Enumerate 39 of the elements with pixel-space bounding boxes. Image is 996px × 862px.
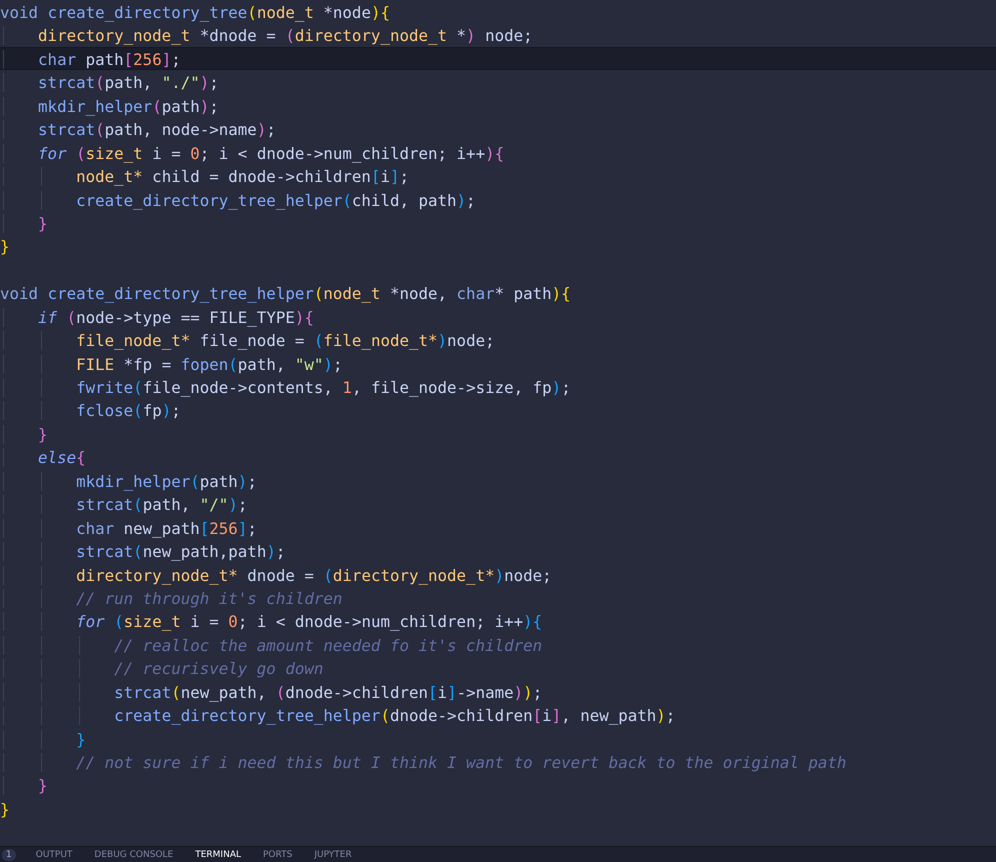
- code-line: fclose(fp);: [0, 398, 996, 422]
- code-line: void create_directory_tree_helper(node_t *node, char* path){: [0, 283, 572, 305]
- code-line: strcat(new_path,path);: [0, 539, 996, 562]
- code-line: // run through it's children: [0, 586, 996, 610]
- code-line: strcat(path, node->name);: [0, 117, 996, 141]
- panel-tab[interactable]: TERMINAL: [195, 848, 241, 860]
- code-line: directory_node_t *dnode = (directory_node_t *) node;: [0, 23, 996, 47]
- code-line: char new_path[256];: [0, 516, 996, 540]
- code-line: strcat(new_path, (dnode->children[i]->name));: [0, 680, 996, 704]
- code-line: }: [0, 773, 996, 797]
- code-line: else{: [0, 445, 996, 469]
- panel-tab[interactable]: PORTS: [263, 848, 292, 860]
- code-line: // realloc the amount needed fo it's children: [0, 632, 996, 656]
- code-line: strcat(path, "./");: [0, 70, 996, 94]
- code-line: create_directory_tree_helper(child, path);: [0, 188, 996, 211]
- panel-tab[interactable]: DEBUG CONSOLE: [94, 848, 174, 860]
- code-line: mkdir_helper(path);: [0, 468, 996, 492]
- count-badge: 1: [2, 848, 16, 860]
- code-line: mkdir_helper(path);: [0, 94, 996, 118]
- panel-tab[interactable]: JUPYTER: [314, 848, 352, 860]
- code-line: }: [0, 798, 11, 820]
- code-line: void create_directory_tree(node_t *node){: [0, 2, 391, 24]
- code-line: }: [0, 422, 996, 446]
- code-line: }: [0, 236, 11, 258]
- code-line: // not sure if i need this but I think I want to revert back to the original path: [0, 750, 996, 774]
- code-line: }: [0, 726, 996, 750]
- code-line: node_t* child = dnode->children[i];: [0, 164, 996, 188]
- code-line: for (size_t i = 0; i < dnode->num_children; i++){: [0, 140, 996, 164]
- code-line: if (node->type == FILE_TYPE){: [0, 304, 996, 328]
- code-line: directory_node_t* dnode = (directory_node_t*)node;: [0, 562, 996, 586]
- code-line: file_node_t* file_node = (file_node_t*)node;: [0, 328, 996, 352]
- code-line: // recurisvely go down: [0, 656, 996, 680]
- code-line: }: [0, 210, 996, 234]
- code-line: create_directory_tree_helper(dnode->children[i], new_path);: [0, 703, 996, 727]
- code-line: FILE *fp = fopen(path, "w");: [0, 352, 996, 375]
- code-line: fwrite(file_node->contents, 1, file_node->size, fp);: [0, 375, 996, 398]
- panel-tab[interactable]: OUTPUT: [36, 848, 72, 860]
- code-line: strcat(path, "/");: [0, 492, 996, 516]
- code-line: for (size_t i = 0; i < dnode->num_children; i++){: [0, 609, 996, 633]
